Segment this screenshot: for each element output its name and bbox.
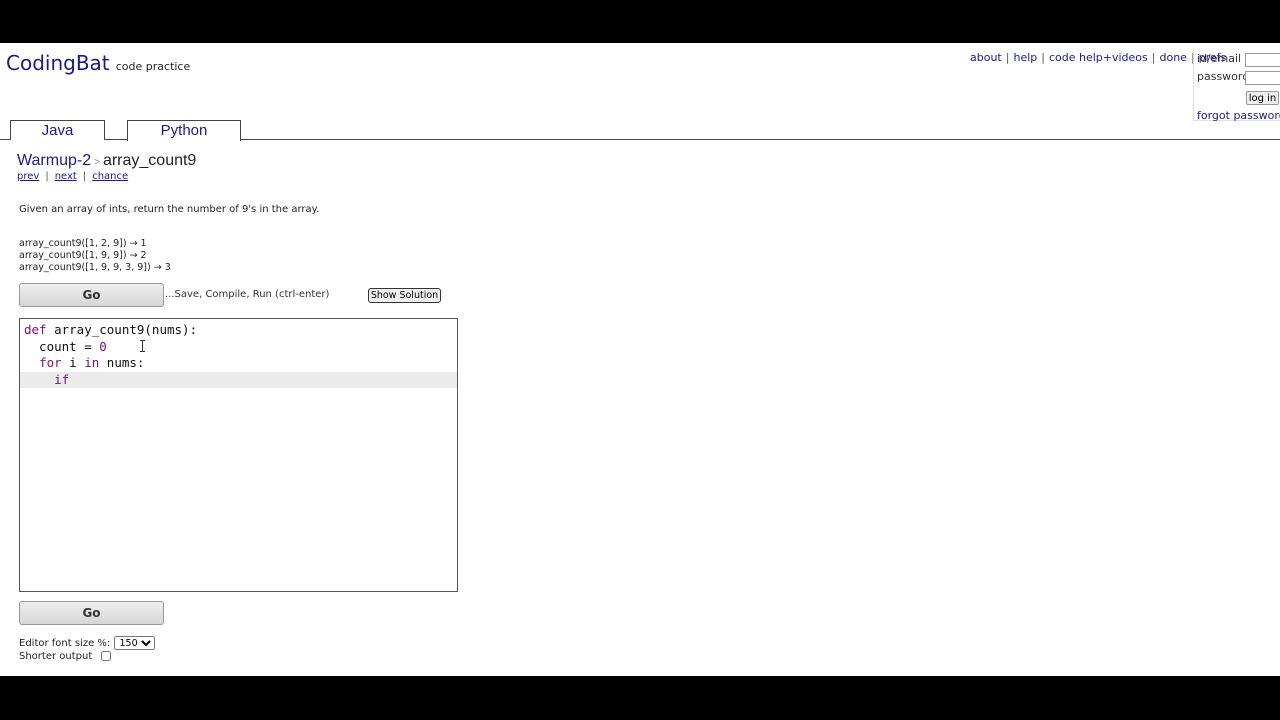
top-links: about | help | code help+videos | done | prefs [970, 51, 1226, 64]
help-link[interactable]: help [1013, 51, 1037, 64]
password-input[interactable] [1245, 71, 1280, 85]
example-line: array_count9([1, 2, 9]) → 1 [19, 238, 147, 249]
examples: array_count9([1, 2, 9]) → 1 array_count9… [19, 238, 171, 273]
logo-tagline: code practice [115, 60, 191, 73]
login-panel: id/email password log in forgot password… [1193, 47, 1280, 122]
code-text: i [61, 355, 85, 370]
code-keyword: in [84, 355, 100, 370]
page: CodingBat code practice about | help | code … [0, 43, 1280, 676]
done-link[interactable]: done [1159, 51, 1186, 64]
breadcrumb-section-link[interactable]: Warmup-2 [17, 152, 91, 169]
show-solution-button[interactable]: Show Solution [368, 288, 441, 303]
code-text: count = [24, 338, 100, 354]
code-help-videos-link[interactable]: code help+videos [1049, 51, 1148, 64]
code-line[interactable]: for i in nums: [20, 355, 457, 371]
forgot-password-link[interactable]: forgot password | [1197, 109, 1280, 122]
problem-description: Given an array of ints, return the numbe… [19, 204, 320, 215]
code-keyword: 0 [99, 338, 107, 354]
code-line[interactable]: def array_count9(nums): [20, 322, 457, 338]
forgot-password-text[interactable]: forgot password [1197, 109, 1280, 122]
save-compile-run-note: ...Save, Compile, Run (ctrl-enter) [165, 289, 330, 300]
code-line[interactable]: if [20, 371, 457, 388]
link-separator: | [1005, 51, 1010, 64]
go-button-bottom[interactable]: Go [19, 601, 164, 625]
logo-name[interactable]: CodingBat [6, 51, 110, 75]
go-button[interactable]: Go [19, 283, 164, 307]
about-link[interactable]: about [970, 51, 1002, 64]
tab-python[interactable]: Python [127, 120, 241, 141]
link-separator: | [1041, 51, 1045, 64]
code-keyword: for [39, 355, 62, 370]
shorter-output-label: Shorter output [19, 651, 93, 662]
breadcrumb: Warmup-2 > array_count9 [17, 152, 196, 170]
logo[interactable]: CodingBat code practice [6, 51, 190, 75]
code-editor[interactable]: def array_count9(nums): count = 0 for i … [19, 318, 458, 592]
code-line[interactable]: count = 0 [20, 339, 457, 355]
next-link[interactable]: next [55, 171, 77, 182]
shorter-output-setting: Shorter output [19, 651, 112, 662]
id-email-input[interactable] [1245, 53, 1280, 67]
nav-separator: | [45, 171, 49, 182]
password-label: password [1197, 70, 1250, 83]
example-line: array_count9([1, 9, 9]) → 2 [19, 249, 147, 261]
link-separator: | [1151, 51, 1156, 64]
code-keyword: def [24, 322, 47, 337]
code-keyword: if [54, 371, 70, 387]
id-email-label: id/email [1197, 52, 1242, 65]
problem-title: array_count9 [102, 152, 197, 169]
shorter-output-checkbox[interactable] [101, 651, 112, 661]
problem-nav: prev | next | chance [17, 171, 128, 182]
tab-java[interactable]: Java [10, 120, 105, 140]
prev-link[interactable]: prev [17, 171, 39, 182]
font-size-setting: Editor font size %: 150 [19, 636, 156, 650]
chance-link[interactable]: chance [92, 171, 128, 182]
code-text: array_count9(nums): [46, 322, 198, 337]
font-size-label: Editor font size %: [19, 638, 111, 649]
log-in-button[interactable]: log in [1246, 91, 1279, 105]
code-text: nums: [99, 355, 145, 370]
breadcrumb-separator: > [94, 157, 100, 168]
example-line: array_count9([1, 9, 9, 3, 9]) → 3 [19, 261, 171, 273]
font-size-select[interactable]: 150 [114, 636, 156, 650]
nav-separator: | [82, 171, 87, 182]
